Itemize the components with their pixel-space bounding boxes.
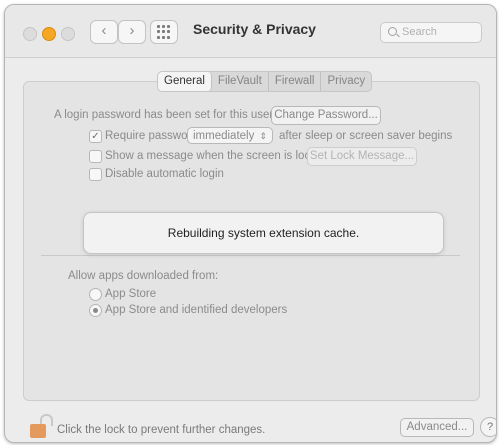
show-message-checkbox[interactable]	[89, 150, 102, 163]
lock-status-text: Click the lock to prevent further change…	[57, 424, 266, 436]
grid-icon	[157, 25, 171, 39]
help-button[interactable]: ?	[480, 417, 496, 437]
show-all-button[interactable]	[150, 20, 178, 44]
show-message-label: Show a message when the screen is locked	[105, 150, 329, 162]
allow-apps-label: Allow apps downloaded from:	[68, 270, 219, 282]
close-button[interactable]	[23, 27, 37, 41]
set-lock-message-button[interactable]: Set Lock Message...	[307, 147, 417, 166]
forward-button[interactable]: ›	[118, 20, 146, 44]
lock-open-icon[interactable]	[28, 414, 53, 440]
disable-auto-login-checkbox[interactable]	[89, 168, 102, 181]
chevron-left-icon: ‹	[101, 22, 107, 39]
window-title: Security & Privacy	[193, 21, 316, 37]
radio-app-store-label: App Store	[105, 288, 157, 300]
radio-identified-developers[interactable]	[89, 304, 102, 317]
tab-filevault[interactable]: FileVault	[212, 72, 269, 91]
password-set-text: A login password has been set for this u…	[54, 109, 274, 121]
title-bar: ‹ › Security & Privacy Search	[5, 5, 496, 58]
radio-app-store[interactable]	[89, 288, 102, 301]
advanced-button[interactable]: Advanced...	[400, 418, 474, 437]
search-field[interactable]: Search	[380, 22, 482, 43]
chevron-right-icon: ›	[129, 22, 135, 39]
stepper-chevron-icon: ⇕	[259, 131, 267, 141]
tab-bar: General FileVault Firewall Privacy	[157, 71, 373, 92]
overlay-message: Rebuilding system extension cache.	[167, 226, 360, 240]
minimize-button[interactable]	[42, 27, 56, 41]
search-icon	[388, 27, 397, 36]
tab-firewall[interactable]: Firewall	[269, 72, 322, 91]
disable-auto-login-label: Disable automatic login	[105, 168, 224, 180]
require-password-checkbox[interactable]: ✓	[89, 130, 102, 143]
zoom-button[interactable]	[61, 27, 75, 41]
preferences-window: ‹ › Security & Privacy Search General Fi…	[4, 4, 497, 443]
require-password-delay-select[interactable]: immediately ⇕	[187, 127, 273, 144]
search-placeholder: Search	[402, 26, 437, 38]
back-button[interactable]: ‹	[90, 20, 118, 44]
after-sleep-text: after sleep or screen saver begins	[279, 130, 453, 142]
tab-general[interactable]: General	[158, 72, 212, 91]
section-divider	[41, 255, 460, 256]
tab-privacy[interactable]: Privacy	[321, 72, 371, 91]
radio-identified-developers-label: App Store and identified developers	[105, 304, 288, 316]
require-password-label: Require password	[105, 130, 198, 142]
change-password-button[interactable]: Change Password...	[271, 106, 381, 125]
progress-sheet: Rebuilding system extension cache.	[83, 212, 444, 254]
require-password-delay-value: immediately	[193, 130, 255, 142]
